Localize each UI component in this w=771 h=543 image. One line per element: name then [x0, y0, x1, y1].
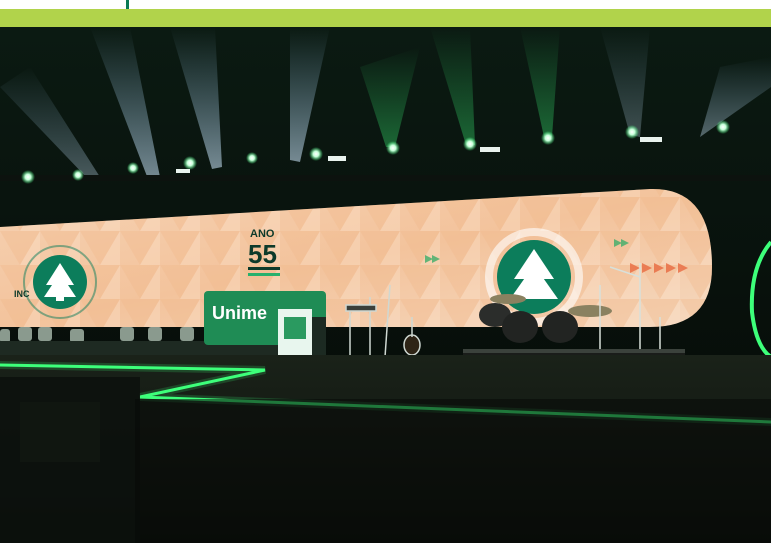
stage-photo: ANO 55 INC Unime [0, 27, 771, 543]
screen-side-text: INC [14, 289, 30, 299]
photo-frame: ANO 55 INC Unime [0, 0, 771, 543]
top-strip-marker [126, 0, 129, 9]
podium-brand-text: Unime [212, 303, 267, 323]
anniversary-number: 55 [248, 239, 277, 269]
top-green-band [0, 9, 771, 27]
top-white-strip [0, 0, 771, 9]
